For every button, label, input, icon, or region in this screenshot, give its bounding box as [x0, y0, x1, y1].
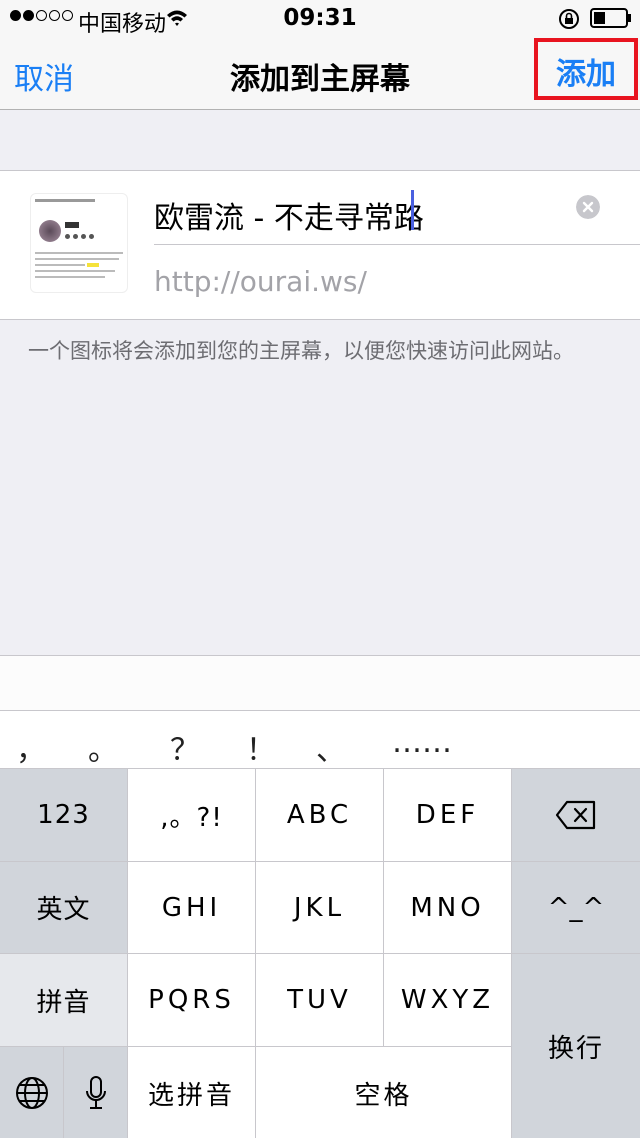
status-bar: 中国移动 09:31: [0, 0, 640, 40]
field-divider: [154, 244, 640, 245]
key-abc[interactable]: ABC: [256, 769, 384, 862]
battery-icon: [590, 8, 631, 28]
candidate-item[interactable]: 。: [88, 725, 118, 769]
key-wxyz[interactable]: WXYZ: [384, 954, 512, 1047]
key-english[interactable]: 英文: [0, 862, 128, 954]
help-text: 一个图标将会添加到您的主屏幕，以便您快速访问此网站。: [28, 339, 574, 363]
clock: 09:31: [283, 5, 357, 31]
select-pinyin-key[interactable]: 选拼音: [128, 1047, 256, 1138]
key-pqrs[interactable]: PQRS: [128, 954, 256, 1047]
microphone-key[interactable]: [64, 1047, 128, 1138]
url-text: http://ourai.ws/: [154, 265, 367, 298]
key-emoticon[interactable]: ^_^: [512, 862, 640, 954]
candidate-item[interactable]: 、: [316, 725, 346, 769]
bookmark-form: http://ourai.ws/: [0, 170, 640, 320]
globe-icon: [15, 1077, 48, 1109]
key-mno[interactable]: MNO: [384, 862, 512, 954]
candidate-item[interactable]: ，: [16, 725, 46, 769]
key-def[interactable]: DEF: [384, 769, 512, 862]
site-thumbnail: [30, 193, 128, 293]
key-pinyin[interactable]: 拼音: [0, 954, 128, 1047]
return-key[interactable]: 换行: [512, 954, 640, 1138]
key-123[interactable]: 123: [0, 769, 128, 862]
keyboard-accessory-area: [0, 655, 640, 710]
microphone-icon: [85, 1076, 106, 1109]
key-punctuation[interactable]: ,。?!: [128, 769, 256, 862]
key-tuv[interactable]: TUV: [256, 954, 384, 1047]
globe-key[interactable]: [0, 1047, 64, 1138]
add-button[interactable]: 添加: [534, 38, 638, 100]
candidate-item[interactable]: ？: [170, 725, 200, 769]
text-cursor: [411, 190, 414, 230]
rotation-lock-icon: [559, 9, 579, 29]
delete-key[interactable]: [512, 769, 640, 862]
key-ghi[interactable]: GHI: [128, 862, 256, 954]
candidate-bar: ， 。 ？ ！ 、 ……: [0, 710, 640, 768]
clear-text-icon[interactable]: [576, 195, 600, 219]
title-input[interactable]: [154, 193, 564, 237]
space-key[interactable]: 空格: [256, 1047, 512, 1138]
navigation-bar: 取消 添加到主屏幕 添加: [0, 38, 640, 110]
candidate-item[interactable]: ！: [246, 725, 276, 769]
keyboard: 123 ,。?! ABC DEF 英文 GHI JKL MNO ^_^ 拼音 P…: [0, 768, 640, 1138]
key-jkl[interactable]: JKL: [256, 862, 384, 954]
candidate-item[interactable]: ……: [392, 725, 452, 760]
backspace-icon: [555, 800, 596, 830]
